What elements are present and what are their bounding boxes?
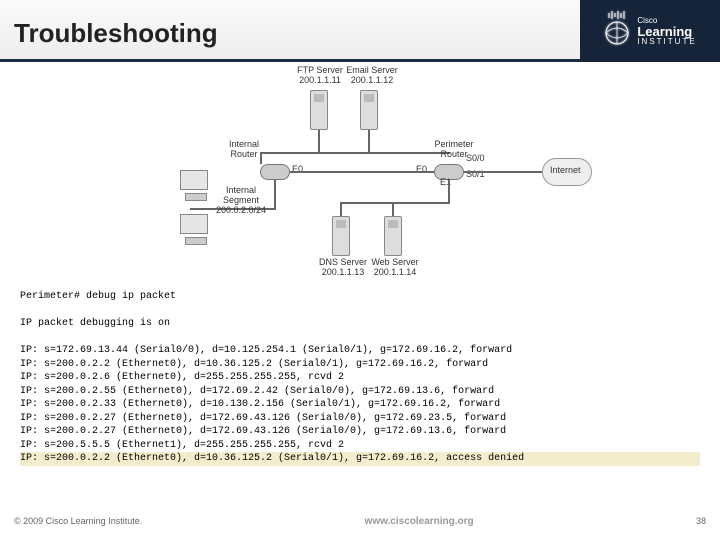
internal-router-icon — [260, 164, 290, 180]
segment-label: Internal Segment 200.0.2.0/24 — [210, 186, 272, 216]
internet-label: Internet — [550, 166, 581, 176]
dns-label: DNS Server 200.1.1.13 — [314, 258, 372, 278]
ftp-server-icon — [310, 90, 328, 130]
pc-icon-2 — [180, 214, 208, 234]
page-number: 38 — [696, 516, 706, 526]
e0-label-b: E0 — [416, 165, 427, 175]
web-server-icon — [384, 216, 402, 256]
terminal-output: Perimeter# debug ip packet IP packet deb… — [20, 290, 700, 466]
globe-icon — [603, 11, 631, 51]
ftp-label: FTP Server 200.1.1.11 — [292, 66, 348, 86]
dns-server-icon — [332, 216, 350, 256]
s00-label: S0/0 — [466, 154, 485, 164]
pc-icon-1 — [180, 170, 208, 190]
e0-label-a: E0 — [292, 165, 303, 175]
highlighted-line: IP: s=200.0.2.2 (Ethernet0), d=10.36.125… — [20, 452, 700, 466]
brand-logo: Cisco Learning INSTITUTE — [580, 0, 720, 62]
footer: © 2009 Cisco Learning Institute. www.cis… — [0, 512, 720, 530]
title-bar: Troubleshooting Cisco Learning INSTITUTE — [0, 0, 720, 62]
email-label: Email Server 200.1.1.12 — [342, 66, 402, 86]
web-label: Web Server 200.1.1.14 — [366, 258, 424, 278]
network-diagram: FTP Server 200.1.1.11 Email Server 200.1… — [180, 70, 610, 280]
brand-text: Cisco Learning INSTITUTE — [637, 17, 696, 46]
footer-url: www.ciscolearning.org — [365, 516, 474, 527]
email-server-icon — [360, 90, 378, 130]
copyright: © 2009 Cisco Learning Institute. — [14, 516, 142, 526]
